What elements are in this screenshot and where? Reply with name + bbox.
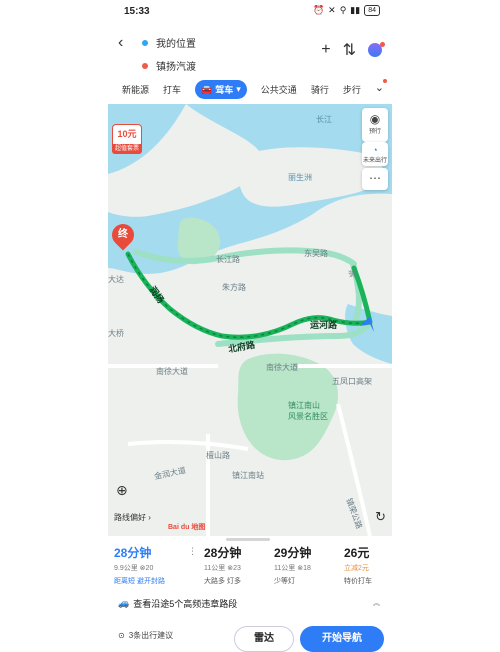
map-label-nanshan: 镇江南山 风景名胜区 — [288, 401, 328, 421]
route-option-taxi[interactable]: 26元 立减2元 特价打车 — [344, 544, 372, 586]
car-warning-icon: 🚙 — [118, 597, 130, 608]
map-label-lishengzhou: 丽生洲 — [288, 173, 312, 182]
back-icon[interactable]: ‹ — [118, 34, 123, 52]
toll-tag: 超值套票 — [112, 144, 142, 154]
travel-suggestions-label: 3条出行建议 — [128, 631, 174, 640]
map-label-dada: 大达 — [108, 275, 124, 284]
route-option-meta: 11公里 ⊗23 — [204, 565, 241, 572]
tab-taxi[interactable]: 打车 — [163, 83, 181, 96]
layers-control[interactable]: ◉ 预行 — [362, 108, 388, 142]
origin-field[interactable]: 我的位置 — [142, 35, 196, 50]
location-icon: ⚲ — [339, 5, 347, 15]
map-view[interactable]: 10元 超值套票 ◉ 预行 ◔ 未来出行 ⋯ 终 长江 丽生洲 长江路 东吴路 … — [108, 104, 392, 536]
car-icon: 🚘 — [201, 83, 213, 94]
add-stop-icon[interactable]: + — [321, 41, 330, 59]
battery-icon: 84 — [364, 5, 380, 16]
status-time: 15:33 — [124, 6, 150, 17]
more-options-icon[interactable]: ⋯ — [362, 168, 388, 190]
chevron-down-icon: ▾ — [236, 83, 241, 94]
map-label-nanxudadao: 南徐大道 — [156, 367, 188, 376]
route-option-meta: 11公里 ⊗18 — [274, 565, 311, 572]
taxi-tag: 特价打车 — [344, 578, 372, 585]
pin-icon: ⊙ — [118, 631, 125, 640]
future-travel-control[interactable]: ◔ 未来出行 — [362, 142, 388, 166]
destination-dot-icon — [142, 62, 148, 69]
violation-text: 查看沿途5个高频违章路段 — [133, 598, 238, 609]
route-option-3[interactable]: 29分钟 11公里 ⊗18 少等灯 — [274, 544, 311, 586]
status-icons: ⏰ ✕ ⚲ ▮▮ 84 — [313, 5, 380, 16]
route-options: 28分钟 9.9公里 ⊗20 距离短 避开封路 ⋮ 28分钟 11公里 ⊗23 … — [108, 536, 392, 590]
layers-icon: ◉ — [369, 112, 381, 126]
future-travel-label: 未来出行 — [362, 158, 387, 164]
destination-marker-label: 终 — [118, 229, 128, 240]
route-option-tags: 大路多 灯多 — [204, 578, 241, 585]
taxi-discount: 立减2元 — [344, 565, 369, 572]
clock-icon: ◔ — [372, 145, 378, 155]
map-label-zhenjiangnan: 镇江南站 — [232, 471, 264, 480]
map-label-daqiao: 大桥 — [108, 329, 124, 338]
travel-suggestions[interactable]: ⊙ 3条出行建议 — [118, 630, 173, 641]
status-bar: 15:33 ⏰ ✕ ⚲ ▮▮ 84 — [108, 0, 392, 24]
bottom-bar: ⊙ 3条出行建议 雷达 开始导航 — [108, 622, 392, 652]
start-navigation-button[interactable]: 开始导航 — [300, 626, 384, 652]
map-label-nanxudadao-2: 南徐大道 — [266, 363, 298, 372]
radar-button[interactable]: 雷达 — [234, 626, 294, 652]
route-preference-label: 路线偏好 — [114, 513, 146, 522]
locate-me-icon[interactable]: ⊕ — [116, 482, 134, 500]
chevron-right-icon: › — [148, 513, 151, 522]
swap-icon[interactable]: ⇅ — [343, 40, 356, 60]
route-option-1[interactable]: 28分钟 9.9公里 ⊗20 距离短 避开封路 — [114, 544, 165, 586]
tab-walking[interactable]: 步行 — [343, 83, 361, 96]
alarm-icon: ⏰ — [312, 5, 325, 15]
violation-banner[interactable]: 🚙 查看沿途5个高频违章路段 ︽ — [108, 594, 392, 612]
route-option-tags: 距离短 避开封路 — [114, 578, 165, 585]
toll-amount: 10元 — [117, 129, 137, 139]
route-option-tags: 少等灯 — [274, 578, 295, 585]
origin-dot-icon — [142, 39, 148, 46]
chevron-up-icon: ︽ — [373, 600, 380, 607]
tab-new-energy[interactable]: 新能源 — [122, 83, 149, 96]
toll-badge[interactable]: 10元 超值套票 — [112, 124, 142, 154]
taxi-price: 26元 — [344, 546, 370, 560]
drag-handle[interactable] — [226, 538, 270, 541]
route-preference-button[interactable]: 路线偏好 › — [114, 512, 151, 523]
tab-cycling[interactable]: 骑行 — [311, 83, 329, 96]
map-logo: Bai du 地图 — [168, 524, 206, 531]
destination-field[interactable]: 镇扬汽渡 — [142, 58, 196, 73]
mode-tabs: 新能源 打车 🚘 驾车 ▾ 公共交通 骑行 步行 ⌄ — [108, 78, 392, 100]
map-label-changjianglu: 长江路 — [216, 255, 240, 264]
voice-assistant-icon[interactable] — [368, 42, 385, 57]
map-label-zhufanglu: 朱方路 — [222, 283, 246, 292]
layers-label: 预行 — [368, 129, 381, 135]
tab-drive-label: 驾车 — [215, 84, 234, 95]
map-label-changjiang: 长江 — [316, 115, 332, 124]
options-more-icon[interactable]: ⋮ — [188, 546, 197, 557]
map-label-tiyu: 檀山路 — [206, 451, 230, 460]
map-label-yunhelu: 运河路 — [310, 320, 338, 330]
more-modes-icon[interactable]: ⌄ — [375, 79, 388, 94]
mute-icon: ✕ — [328, 5, 336, 15]
route-option-meta: 9.9公里 ⊗20 — [114, 565, 154, 572]
signal-icon: ▮▮ — [350, 5, 361, 15]
route-option-time: 28分钟 — [204, 546, 242, 560]
map-label-dongwulu: 东吴路 — [304, 249, 328, 258]
map-label-wufengkou: 五凤口高架 — [332, 377, 372, 386]
route-tools: + ⇅ — [321, 40, 385, 60]
route-header: ‹ 我的位置 镇扬汽渡 + ⇅ — [108, 28, 392, 76]
tab-drive[interactable]: 🚘 驾车 ▾ — [195, 79, 247, 99]
destination-label: 镇扬汽渡 — [156, 62, 196, 73]
origin-label: 我的位置 — [156, 39, 196, 50]
phone-screen: 15:33 ⏰ ✕ ⚲ ▮▮ 84 ‹ 我的位置 镇扬汽渡 + ⇅ 新能源 打车… — [108, 0, 392, 652]
route-option-time: 28分钟 — [114, 546, 152, 560]
route-option-time: 29分钟 — [274, 546, 312, 560]
destination-marker: 终 — [108, 219, 139, 251]
refresh-icon[interactable]: ↻ — [375, 509, 386, 525]
tab-transit[interactable]: 公共交通 — [261, 83, 297, 96]
route-option-2[interactable]: 28分钟 11公里 ⊗23 大路多 灯多 — [204, 544, 241, 586]
